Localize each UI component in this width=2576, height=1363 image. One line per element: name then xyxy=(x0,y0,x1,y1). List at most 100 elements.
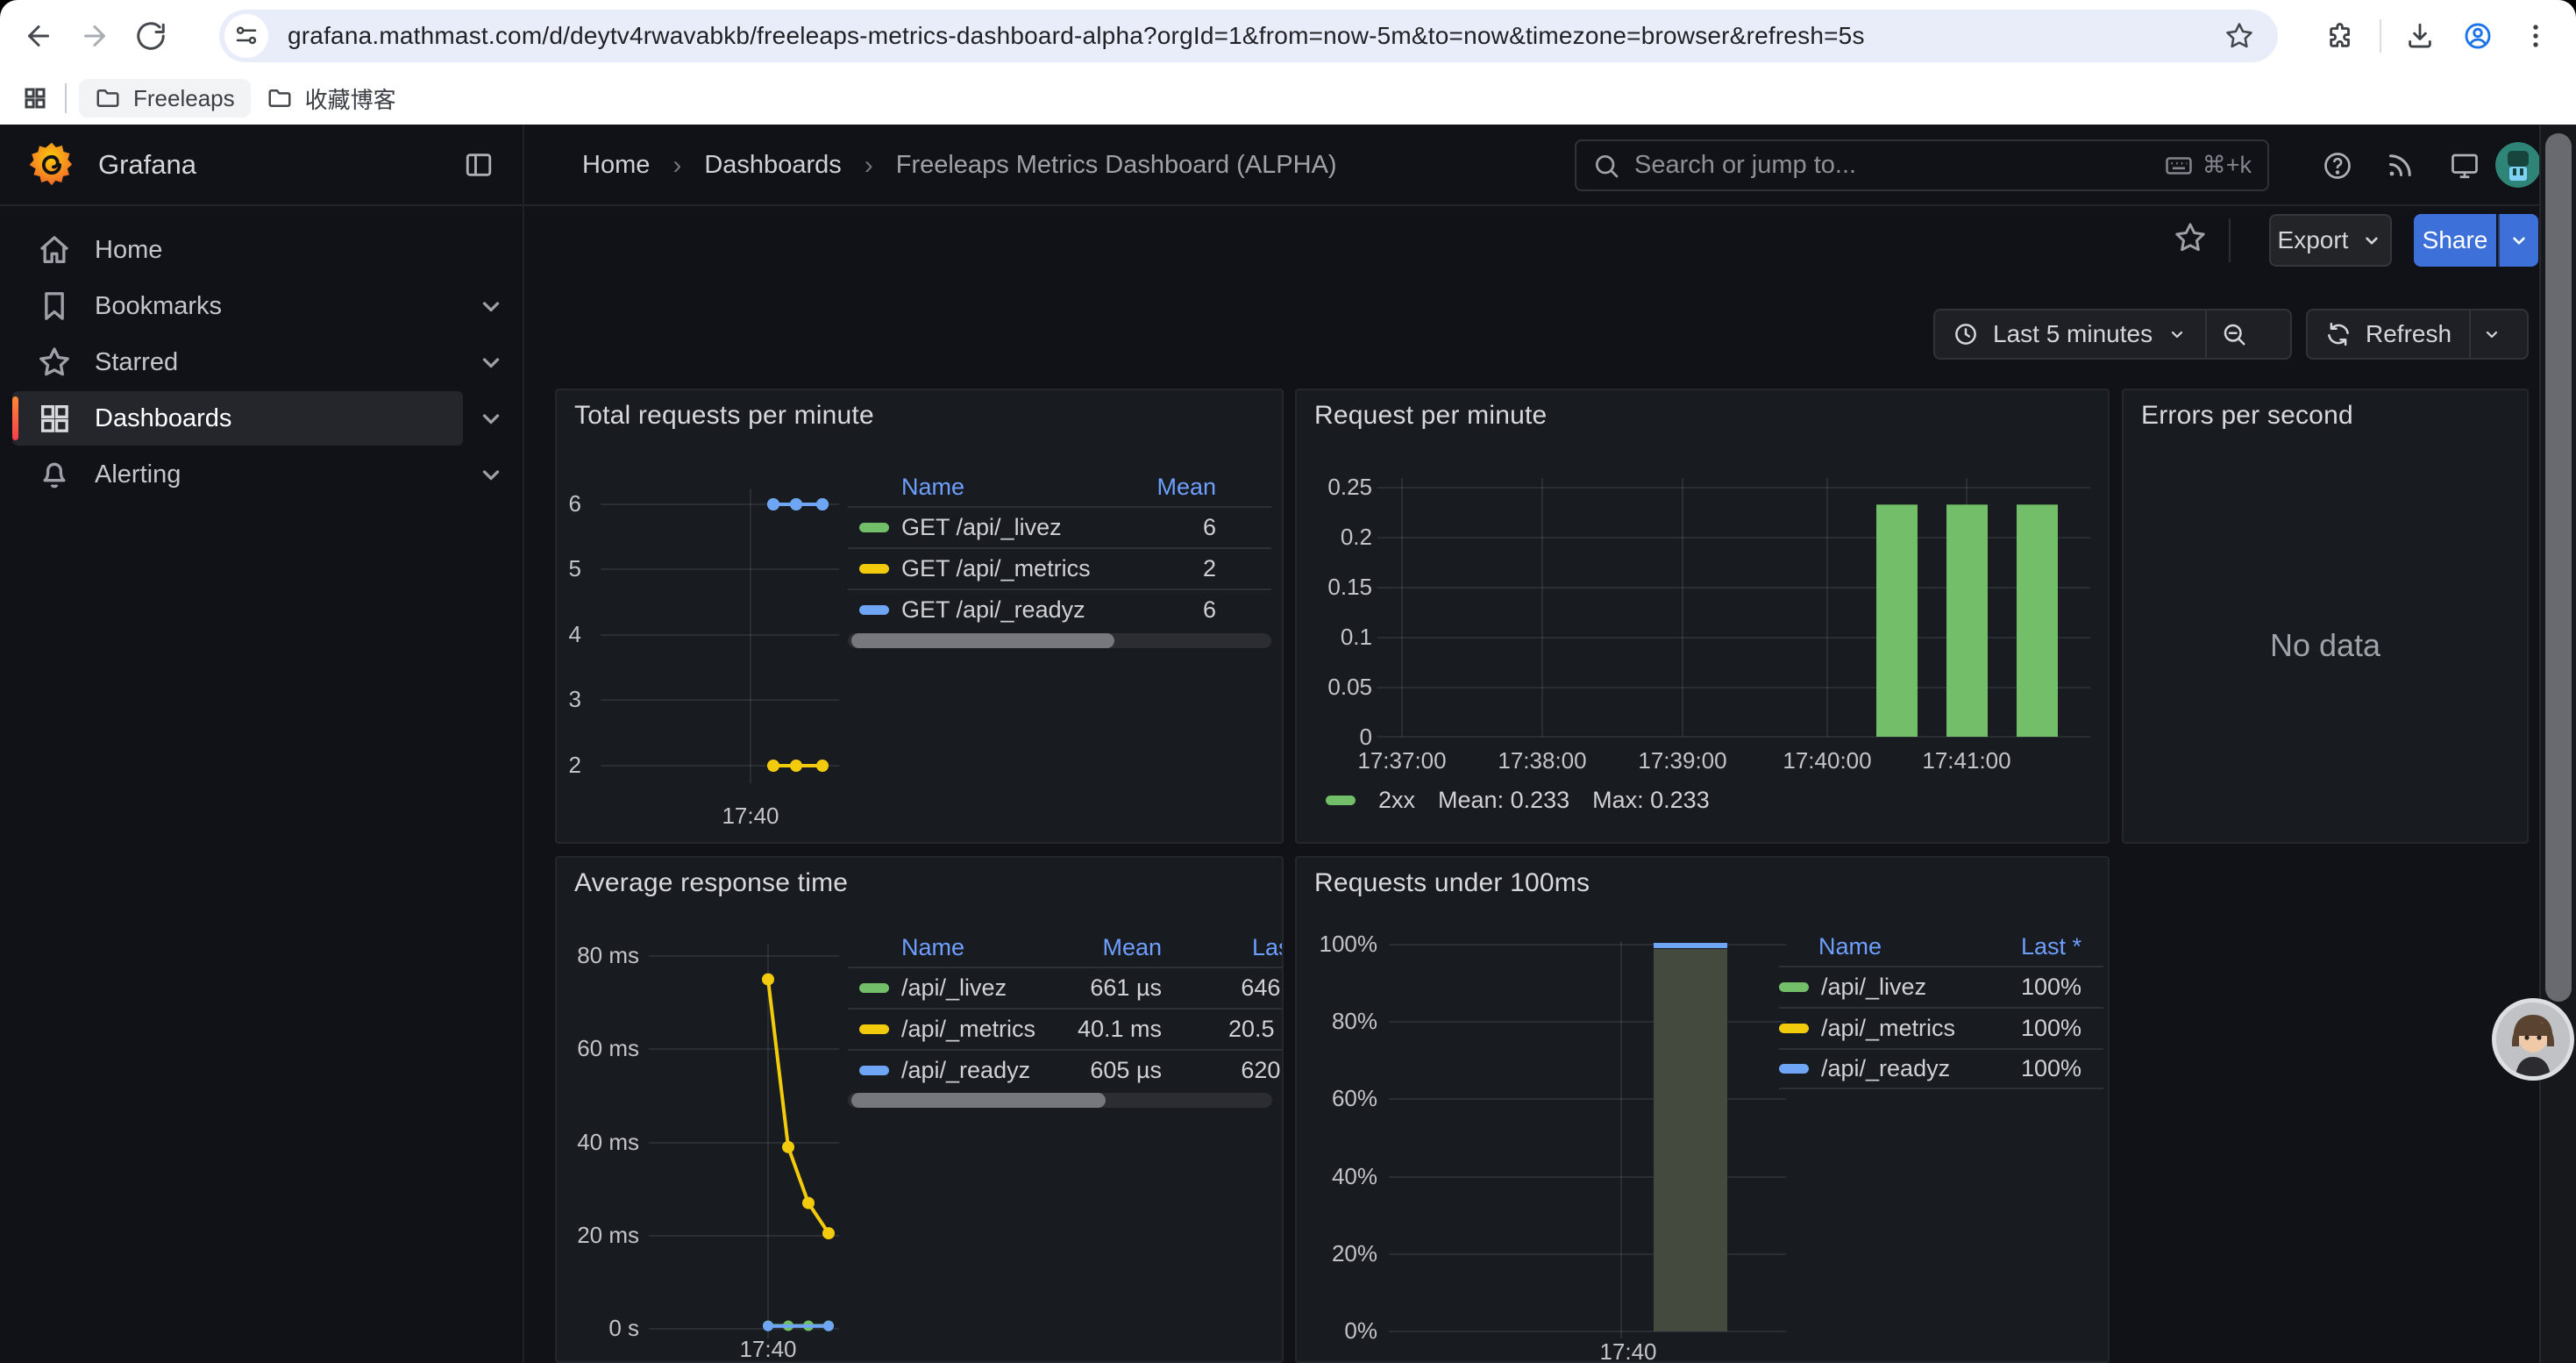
user-avatar[interactable] xyxy=(2495,142,2541,188)
search-box[interactable]: ⌘+k xyxy=(1575,139,2269,191)
y-tick: 20 ms xyxy=(557,1222,639,1249)
sidebar-item-alerting[interactable]: Alerting xyxy=(12,447,463,502)
back-button[interactable] xyxy=(11,8,67,64)
refresh-group: Refresh xyxy=(2306,309,2529,360)
legend-col-last[interactable]: Last * xyxy=(2021,933,2103,960)
legend-row[interactable]: /api/_metrics 40.1 ms 20.5 ms xyxy=(848,1008,1284,1049)
sidebar-collapse-icon[interactable] xyxy=(459,146,498,184)
legend-row[interactable]: /api/_livez 661 µs 646 µs xyxy=(848,967,1284,1008)
legend-series-name[interactable]: 2xx xyxy=(1378,787,1415,814)
legend-col-mean[interactable]: Mean xyxy=(1156,474,1271,501)
panel-average-response-time[interactable]: Average response time 80 ms 60 ms 40 ms … xyxy=(555,856,1284,1363)
legend-col-name[interactable]: Name xyxy=(848,474,1156,501)
legend-col-last[interactable]: Last * xyxy=(1162,934,1284,961)
search-input[interactable] xyxy=(1634,151,2164,180)
bookmark-folder-blogs[interactable]: 收藏博客 xyxy=(251,79,412,118)
news-rss-icon[interactable] xyxy=(2380,146,2420,186)
export-button[interactable]: Export xyxy=(2269,214,2392,267)
bookmark-star-icon[interactable] xyxy=(2213,10,2266,62)
legend-row[interactable]: /api/_livez 100% xyxy=(1779,966,2103,1007)
breadcrumb-home[interactable]: Home xyxy=(582,151,650,180)
star-icon xyxy=(37,345,72,380)
refresh-button[interactable]: Refresh xyxy=(2308,310,2469,358)
extensions-icon[interactable] xyxy=(2316,11,2366,61)
brand-label: Grafana xyxy=(98,149,196,181)
bookmark-folder-freeleaps[interactable]: Freeleaps xyxy=(79,79,251,118)
share-button[interactable]: Share xyxy=(2414,214,2496,267)
panel-total-requests-per-minute[interactable]: Total requests per minute 6 5 4 3 2 17:4… xyxy=(555,389,1284,844)
legend-scrollbar[interactable] xyxy=(848,1093,1272,1108)
folder-icon xyxy=(267,85,293,111)
legend-row[interactable]: /api/_readyz 605 µs 620 µs xyxy=(848,1049,1284,1090)
scrollbar-track[interactable] xyxy=(2539,125,2576,1363)
chevron-down-icon[interactable] xyxy=(475,459,507,490)
browser-toolbar: grafana.mathmast.com/d/deytv4rwavabkb/fr… xyxy=(0,0,2576,72)
series-swatch xyxy=(1779,1064,1809,1074)
browser-window: grafana.mathmast.com/d/deytv4rwavabkb/fr… xyxy=(0,0,2576,1363)
legend[interactable]: 2xx Mean: 0.233 Max: 0.233 xyxy=(1326,787,1710,814)
zoom-out-button[interactable] xyxy=(2207,310,2261,358)
legend-row[interactable]: GET /api/_metrics 2 xyxy=(848,547,1271,589)
refresh-interval-dropdown[interactable] xyxy=(2471,310,2513,358)
browser-menu-icon[interactable] xyxy=(2511,11,2560,61)
favorite-star-icon[interactable] xyxy=(2173,220,2213,260)
y-tick: 5 xyxy=(557,555,581,582)
sidebar-item-starred[interactable]: Starred xyxy=(12,335,463,389)
profile-avatar-icon[interactable] xyxy=(2453,11,2502,61)
breadcrumb-dashboards[interactable]: Dashboards xyxy=(704,151,841,180)
refresh-icon xyxy=(2325,321,2352,347)
help-icon[interactable] xyxy=(2317,146,2358,186)
y-tick: 4 xyxy=(557,621,581,648)
chevron-down-icon xyxy=(2360,229,2383,252)
sidebar-item-home[interactable]: Home xyxy=(12,223,463,277)
series-swatch xyxy=(859,564,889,574)
time-controls: Last 5 minutes Refresh xyxy=(1933,309,2529,360)
legend-row[interactable]: /api/_metrics 100% xyxy=(1779,1007,2103,1048)
series-swatch xyxy=(859,1024,889,1034)
legend-scrollbar[interactable] xyxy=(848,633,1271,648)
apps-grid-icon[interactable] xyxy=(11,79,60,118)
bookmarks-bar: Freeleaps 收藏博客 xyxy=(0,72,2576,125)
chevron-down-icon[interactable] xyxy=(475,403,507,434)
time-range-picker[interactable]: Last 5 minutes xyxy=(1935,310,2205,358)
y-tick: 40 ms xyxy=(557,1129,639,1156)
panel-requests-under-100ms[interactable]: Requests under 100ms 100% 80% 60% 40% 20… xyxy=(1295,856,2110,1363)
series-swatch xyxy=(859,523,889,532)
bar-chart xyxy=(1297,390,2110,844)
display-monitor-icon[interactable] xyxy=(2444,146,2485,186)
site-settings-icon[interactable] xyxy=(224,14,268,58)
url-text[interactable]: grafana.mathmast.com/d/deytv4rwavabkb/fr… xyxy=(288,22,2213,50)
y-tick: 60% xyxy=(1297,1085,1377,1112)
x-tick: 17:37:00 xyxy=(1327,747,1477,774)
bookmarks-divider xyxy=(65,83,67,113)
legend-row[interactable]: GET /api/_livez 6 xyxy=(848,506,1271,547)
legend-col-name[interactable]: Name xyxy=(1779,933,2021,960)
chevron-down-icon[interactable] xyxy=(475,346,507,378)
chevron-down-icon[interactable] xyxy=(475,290,507,322)
panel-errors-per-second[interactable]: Errors per second No data xyxy=(2122,389,2529,844)
panel-title[interactable]: Errors per second xyxy=(2141,401,2353,431)
grafana-logo[interactable] xyxy=(28,141,75,189)
sidebar-item-bookmarks[interactable]: Bookmarks xyxy=(12,279,463,333)
keyboard-icon xyxy=(2164,151,2194,181)
toolbar-divider xyxy=(2229,218,2231,262)
forward-button[interactable] xyxy=(67,8,123,64)
legend-col-name[interactable]: Name xyxy=(848,934,1058,961)
scrollbar-thumb[interactable] xyxy=(2545,133,2572,1002)
legend-row[interactable]: GET /api/_readyz 6 xyxy=(848,589,1271,630)
x-tick: 17:39:00 xyxy=(1608,747,1757,774)
breadcrumb-separator: › xyxy=(672,151,681,181)
reload-button[interactable] xyxy=(123,8,179,64)
y-tick: 60 ms xyxy=(557,1035,639,1062)
url-bar[interactable]: grafana.mathmast.com/d/deytv4rwavabkb/fr… xyxy=(219,10,2278,62)
home-icon xyxy=(37,232,72,268)
assistant-avatar-widget[interactable] xyxy=(2492,998,2574,1081)
sidebar-item-dashboards[interactable]: Dashboards xyxy=(12,391,463,446)
downloads-icon[interactable] xyxy=(2395,11,2444,61)
zoom-out-icon xyxy=(2221,321,2247,347)
share-dropdown-button[interactable] xyxy=(2498,214,2538,267)
legend-row[interactable]: /api/_readyz 100% xyxy=(1779,1048,2103,1089)
y-tick: 100% xyxy=(1297,931,1377,958)
panel-request-per-minute[interactable]: Request per minute 0.25 0.2 0.15 0.1 0.0… xyxy=(1295,389,2110,844)
legend-col-mean[interactable]: Mean xyxy=(1058,934,1162,961)
